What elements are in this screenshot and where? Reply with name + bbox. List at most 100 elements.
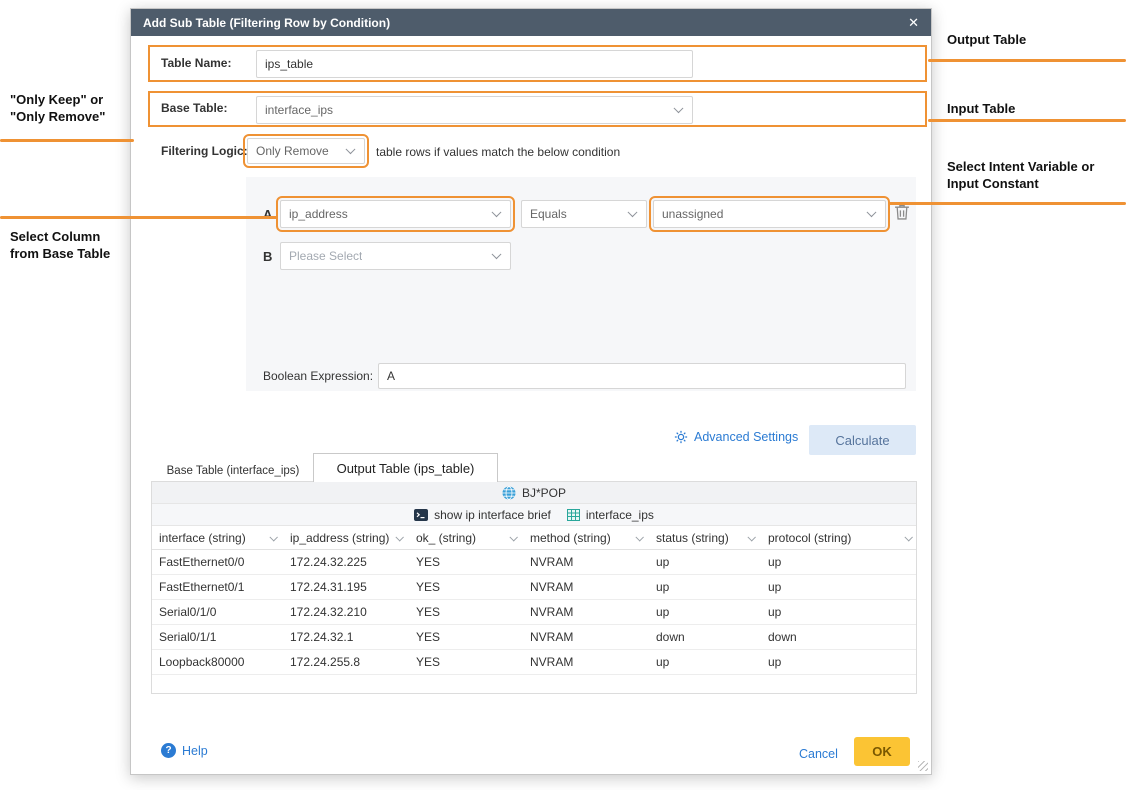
chevron-down-icon (629, 209, 637, 217)
annotation-filtering-logic: "Only Keep" or "Only Remove" (10, 91, 105, 125)
table-cell: up (761, 655, 918, 669)
column-header[interactable]: method (string) (523, 526, 649, 549)
table-row[interactable]: Serial0/1/1172.24.32.1YESNVRAMdowndown (152, 625, 916, 650)
table-body: FastEthernet0/0172.24.32.225YESNVRAMupup… (152, 550, 916, 675)
column-header[interactable]: interface (string) (152, 526, 283, 549)
annotation-line (0, 216, 278, 219)
table-cell: FastEthernet0/0 (152, 555, 283, 569)
table-row[interactable]: Serial0/1/0172.24.32.210YESNVRAMupup (152, 600, 916, 625)
table-cell: Serial0/1/0 (152, 605, 283, 619)
cli-icon (414, 509, 428, 521)
annotation-input-table: Input Table (947, 100, 1015, 117)
table-cell: down (649, 630, 761, 644)
add-sub-table-dialog: Add Sub Table (Filtering Row by Conditio… (130, 8, 932, 775)
table-cell: 172.24.32.1 (283, 630, 409, 644)
table-row[interactable]: FastEthernet0/0172.24.32.225YESNVRAMupup (152, 550, 916, 575)
condition-a-value-select[interactable]: unassigned (653, 200, 886, 228)
tab-base-table[interactable]: Base Table (interface_ips) (153, 460, 313, 481)
annotation-line (888, 202, 1126, 205)
output-table: BJ*POP show ip interface brief interface… (151, 481, 917, 694)
help-link[interactable]: ? Help (161, 743, 208, 758)
annotation-select-column: Select Column from Base Table (10, 228, 110, 262)
condition-panel: A ip_address Equals unassigned B Please … (246, 177, 916, 391)
page: Output Table Input Table "Only Keep" or … (0, 0, 1126, 790)
table-name-input[interactable] (256, 50, 693, 78)
close-icon[interactable]: ✕ (908, 16, 919, 29)
table-cell: YES (409, 580, 523, 594)
table-cell: up (649, 555, 761, 569)
chevron-down-icon (868, 209, 876, 217)
condition-a-operator-select[interactable]: Equals (521, 200, 647, 228)
chevron-down-icon (509, 533, 517, 541)
filtering-logic-description: table rows if values match the below con… (376, 145, 620, 159)
globe-icon (502, 486, 516, 500)
cancel-button[interactable]: Cancel (799, 747, 838, 761)
gear-icon (674, 430, 688, 444)
advanced-settings-link[interactable]: Advanced Settings (674, 430, 798, 444)
tab-output-table[interactable]: Output Table (ips_table) (313, 453, 498, 482)
table-cell: NVRAM (523, 655, 649, 669)
condition-a-label: A (263, 207, 272, 222)
delete-condition-button[interactable] (894, 203, 912, 223)
table-row[interactable]: FastEthernet0/1172.24.31.195YESNVRAMupup (152, 575, 916, 600)
table-cell: up (761, 580, 918, 594)
table-cell: 172.24.32.225 (283, 555, 409, 569)
command-header: show ip interface brief interface_ips (152, 504, 916, 526)
resize-handle[interactable] (918, 761, 928, 771)
dialog-title: Add Sub Table (Filtering Row by Conditio… (143, 16, 390, 30)
table-row[interactable]: Loopback80000172.24.255.8YESNVRAMupup (152, 650, 916, 675)
chevron-down-icon (269, 533, 277, 541)
filtering-logic-select[interactable]: Only Remove (247, 138, 365, 164)
column-header[interactable]: status (string) (649, 526, 761, 549)
table-cell: down (761, 630, 918, 644)
table-cell: 172.24.31.195 (283, 580, 409, 594)
table-cell: 172.24.255.8 (283, 655, 409, 669)
table-cell: 172.24.32.210 (283, 605, 409, 619)
filtering-logic-label: Filtering Logic: (161, 144, 248, 158)
table-cell: Loopback80000 (152, 655, 283, 669)
table-grid-icon (567, 509, 580, 521)
trash-icon (894, 203, 910, 221)
annotation-line (928, 119, 1126, 122)
column-header[interactable]: ok_ (string) (409, 526, 523, 549)
table-cell: YES (409, 630, 523, 644)
condition-b-column-select[interactable]: Please Select (280, 242, 511, 270)
table-cell: up (649, 605, 761, 619)
chevron-down-icon (395, 533, 403, 541)
annotation-line (0, 139, 134, 142)
annotation-line (928, 59, 1126, 62)
table-cell: up (761, 605, 918, 619)
table-cell: YES (409, 605, 523, 619)
chevron-down-icon (635, 533, 643, 541)
annotation-select-value: Select Intent Variable or Input Constant (947, 158, 1094, 192)
base-table-label: Base Table: (161, 101, 227, 115)
help-icon: ? (161, 743, 176, 758)
table-cell: YES (409, 655, 523, 669)
condition-a-column-select[interactable]: ip_address (280, 200, 511, 228)
chevron-down-icon (493, 251, 501, 259)
table-cell: NVRAM (523, 555, 649, 569)
chevron-down-icon (493, 209, 501, 217)
column-header[interactable]: ip_address (string) (283, 526, 409, 549)
column-header[interactable]: protocol (string) (761, 526, 918, 549)
table-cell: NVRAM (523, 580, 649, 594)
dialog-titlebar: Add Sub Table (Filtering Row by Conditio… (131, 9, 931, 36)
condition-b-label: B (263, 249, 272, 264)
chevron-down-icon (904, 533, 912, 541)
base-table-select[interactable]: interface_ips (256, 96, 693, 124)
calculate-button[interactable]: Calculate (809, 425, 916, 455)
ok-button[interactable]: OK (854, 737, 910, 766)
boolean-expression-input[interactable] (378, 363, 906, 389)
table-cell: up (649, 580, 761, 594)
chevron-down-icon (675, 105, 683, 113)
table-name-label: Table Name: (161, 56, 231, 70)
table-cell: up (649, 655, 761, 669)
table-cell: up (761, 555, 918, 569)
table-cell: FastEthernet0/1 (152, 580, 283, 594)
chevron-down-icon (347, 146, 355, 154)
table-cell: NVRAM (523, 630, 649, 644)
annotation-output-table: Output Table (947, 31, 1026, 48)
table-cell: NVRAM (523, 605, 649, 619)
table-cell: YES (409, 555, 523, 569)
table-cell: Serial0/1/1 (152, 630, 283, 644)
